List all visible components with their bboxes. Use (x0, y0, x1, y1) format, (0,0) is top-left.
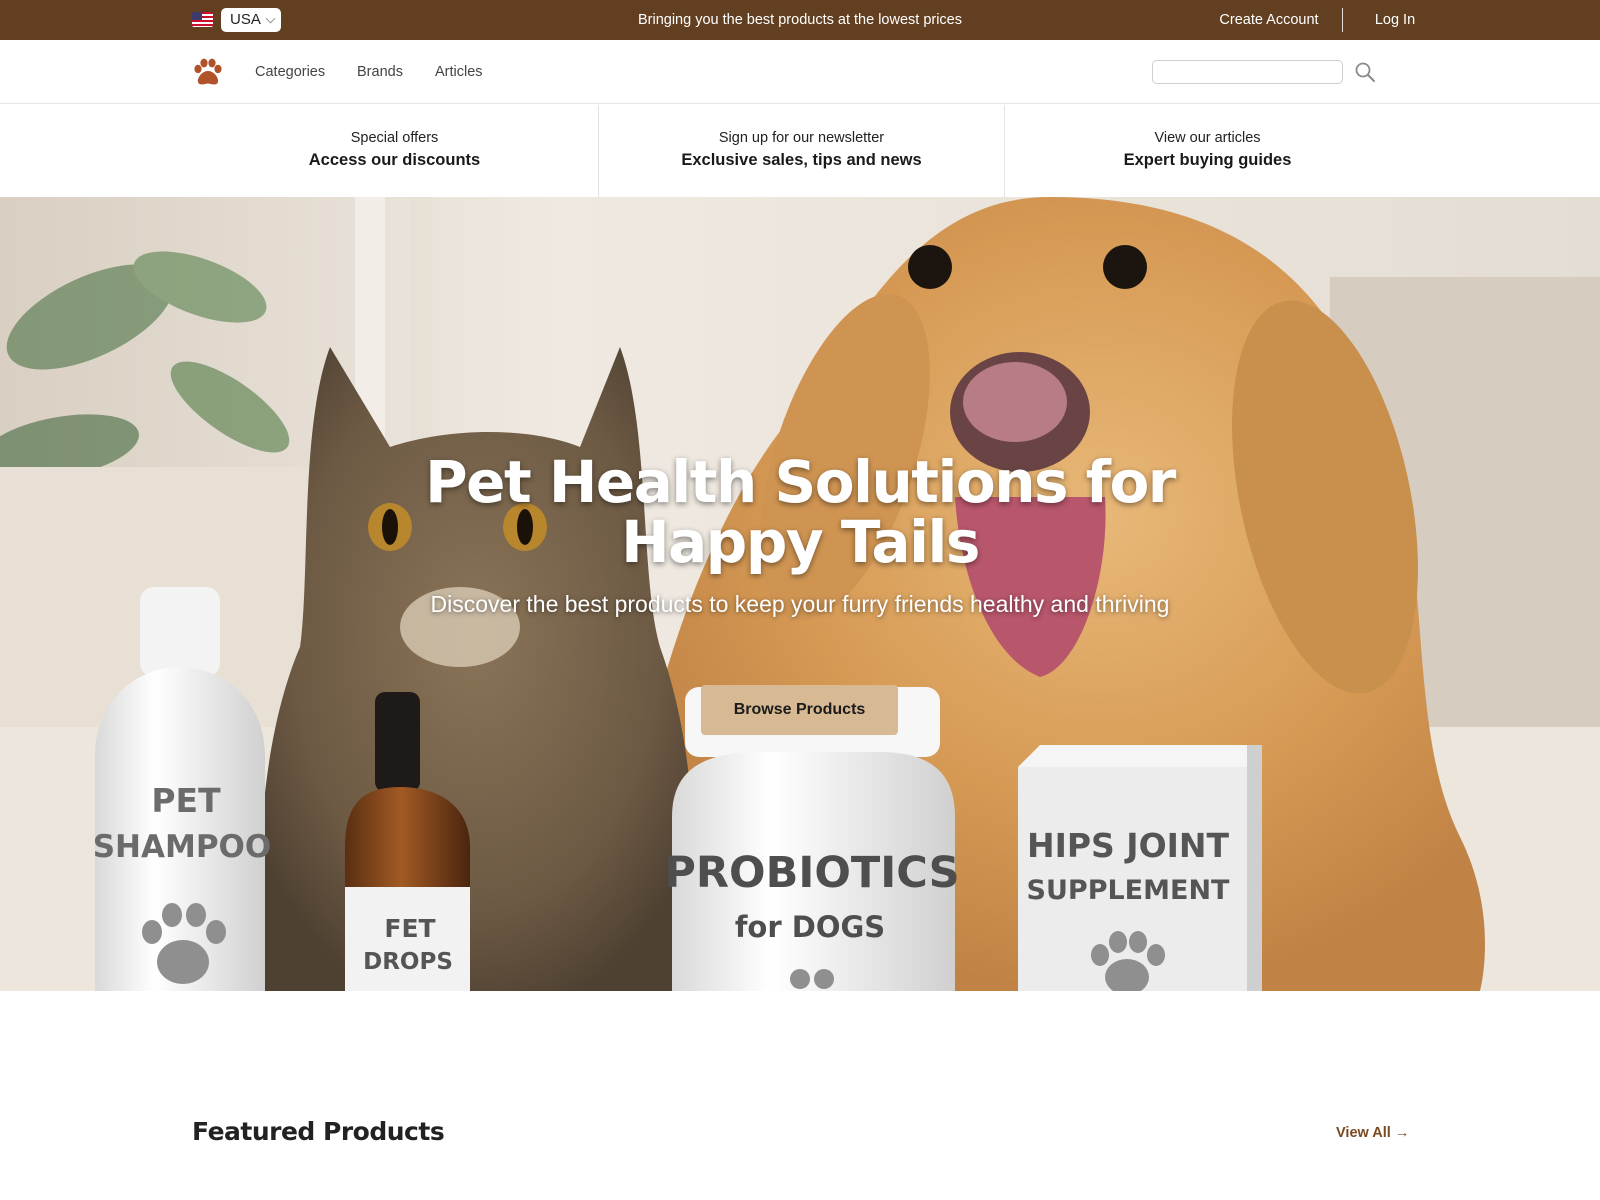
featured-products-heading: Featured Products (192, 1117, 445, 1146)
country-select[interactable]: USA (221, 8, 281, 32)
hero-subtitle: Discover the best products to keep your … (430, 591, 1170, 617)
top-bar-tagline: Bringing you the best products at the lo… (637, 12, 962, 28)
arrow-right-icon: → (1394, 1125, 1410, 1141)
promo-label: Sign up for our newsletter (718, 130, 885, 146)
hero-banner: PET SHAMPOO FET DROPS PROBIOTICS for DOG… (0, 197, 1600, 991)
us-flag-icon (192, 12, 213, 27)
paw-icon[interactable] (193, 58, 223, 86)
promo-label: Special offers (350, 130, 439, 146)
hero-content: Pet Health Solutions for Happy Tails Dis… (0, 197, 1600, 991)
promo-title: Exclusive sales, tips and news (681, 151, 922, 169)
chevron-down-icon (265, 13, 276, 24)
promo-special-offers[interactable]: Special offers Access our discounts (191, 105, 598, 197)
nav-link-categories[interactable]: Categories (255, 40, 327, 104)
view-all-link[interactable]: View All → (1336, 1125, 1409, 1141)
main-navigation: Categories Brands Articles (0, 40, 1600, 104)
nav-link-articles[interactable]: Articles (435, 40, 490, 104)
log-in-link[interactable]: Log In (1360, 0, 1430, 40)
country-select-value: USA (230, 11, 261, 28)
top-bar: USA Bringing you the best products at th… (0, 0, 1600, 40)
view-all-label: View All (1336, 1125, 1391, 1141)
nav-link-brands[interactable]: Brands (357, 40, 407, 104)
search-input[interactable] (1152, 60, 1343, 84)
promo-newsletter[interactable]: Sign up for our newsletter Exclusive sal… (598, 105, 1004, 197)
promo-label: View our articles (1154, 130, 1261, 146)
promo-strip: Special offers Access our discounts Sign… (0, 105, 1600, 197)
promo-articles[interactable]: View our articles Expert buying guides (1004, 105, 1410, 197)
top-bar-divider (1342, 8, 1343, 32)
browse-products-button[interactable]: Browse Products (701, 685, 898, 735)
search-icon[interactable] (1353, 60, 1377, 84)
hero-title: Pet Health Solutions for Happy Tails (425, 448, 1176, 576)
create-account-link[interactable]: Create Account (1200, 0, 1338, 40)
promo-title: Expert buying guides (1123, 151, 1292, 169)
promo-title: Access our discounts (308, 151, 481, 169)
